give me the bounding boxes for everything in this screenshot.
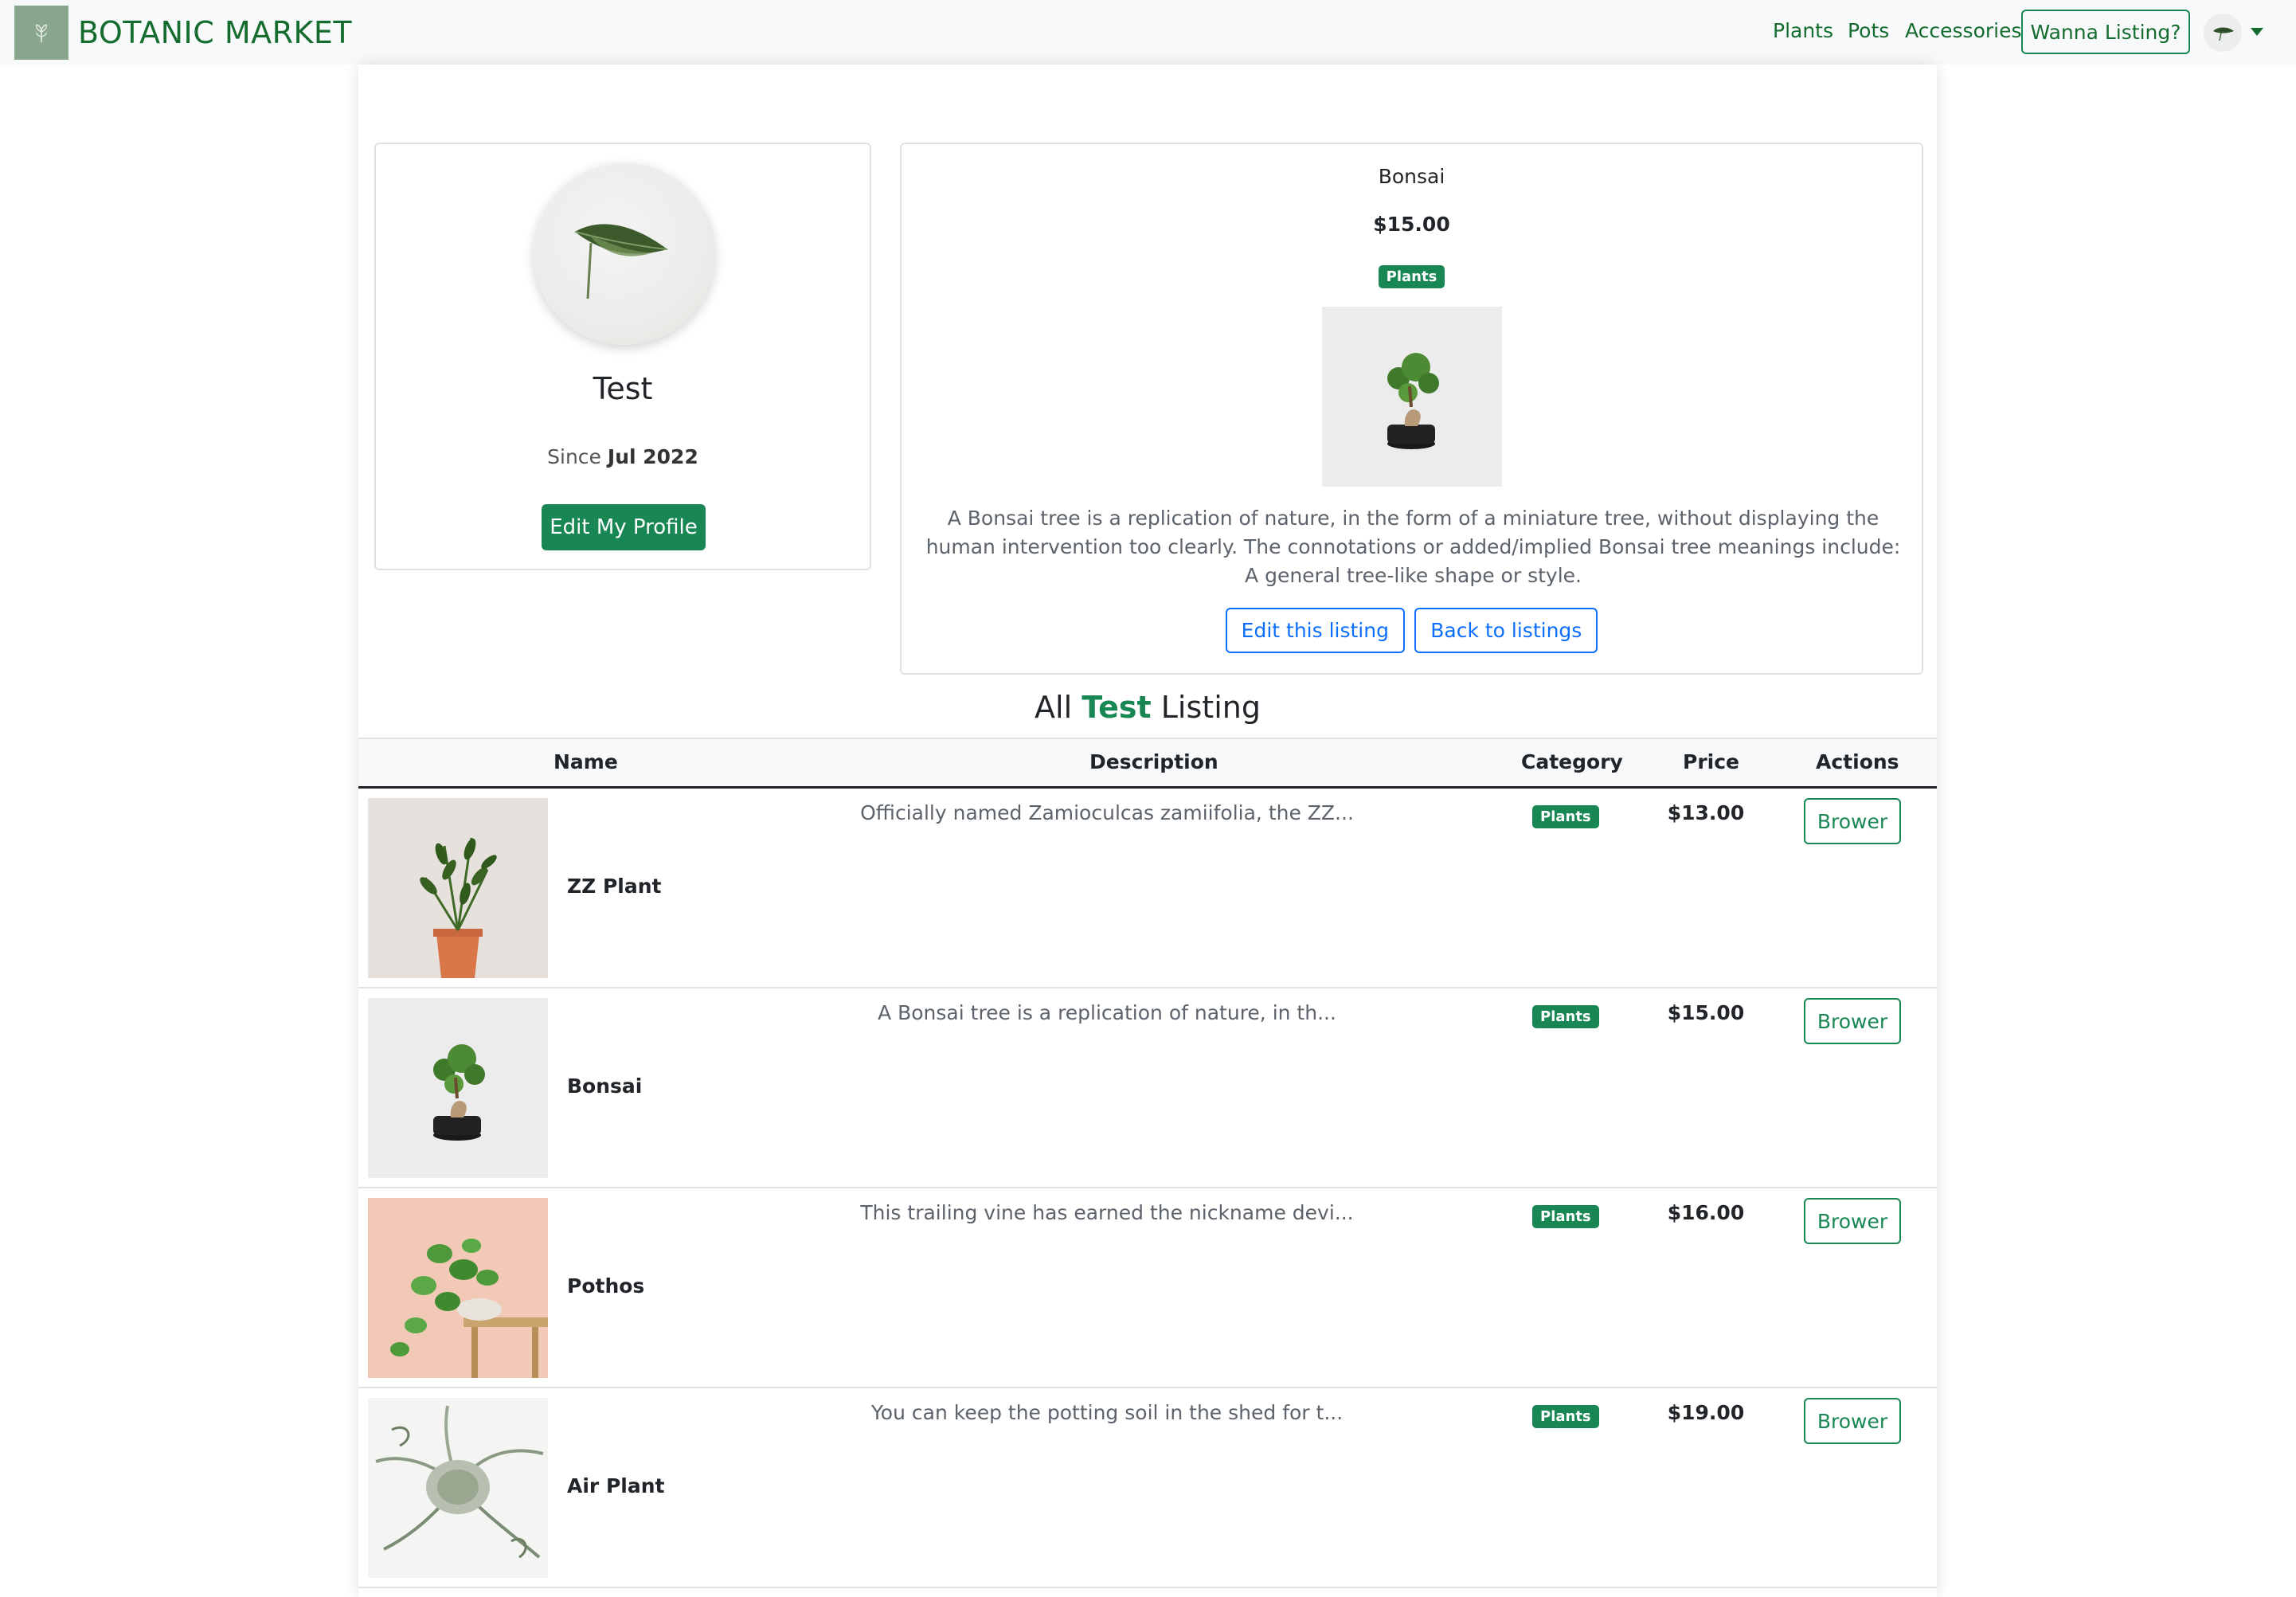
row-browse-button[interactable]: Brower [1804, 1398, 1901, 1444]
row-category-badge: Plants [1532, 1405, 1599, 1428]
table-row: Bonsai A Bonsai tree is a replication of… [358, 988, 1937, 1188]
chevron-down-icon[interactable] [2251, 28, 2263, 36]
heading-user: Test [1082, 690, 1152, 725]
listing-detail-card: Bonsai $15.00 Plants A Bonsai tree is a … [900, 143, 1923, 675]
navbar: BOTANIC MARKET Plants Pots Accessories W… [0, 0, 2296, 65]
pothos-thumbnail [368, 1198, 548, 1378]
table-header: Name Description Category Price Actions [358, 738, 1937, 789]
row-category-badge: Plants [1532, 805, 1599, 828]
column-header-price: Price [1683, 750, 1739, 773]
wanna-listing-button[interactable]: Wanna Listing? [2021, 10, 2190, 54]
listing-price: $15.00 [1373, 213, 1450, 236]
heading-prefix: All [1035, 690, 1073, 725]
column-header-category: Category [1521, 750, 1623, 773]
row-price: $15.00 [1667, 1001, 1745, 1024]
zz-plant-thumbnail [368, 798, 548, 978]
main-container: Test Since Jul 2022 Edit My Profile Bons… [358, 65, 1937, 1597]
air-plant-thumbnail [368, 1398, 548, 1578]
column-header-name: Name [553, 750, 618, 773]
brand-name: BOTANIC MARKET [78, 15, 353, 50]
row-description: This trailing vine has earned the nickna… [860, 1201, 1354, 1224]
row-browse-button[interactable]: Brower [1804, 798, 1901, 844]
listing-description: A Bonsai tree is a replication of nature… [925, 507, 1901, 587]
heading-suffix: Listing [1160, 690, 1261, 725]
row-category-badge: Plants [1532, 1205, 1599, 1228]
table-row: ZZ Plant Officially named Zamioculcas za… [358, 789, 1937, 988]
row-browse-button[interactable]: Brower [1804, 1198, 1901, 1244]
since-date: Jul 2022 [607, 445, 698, 468]
member-since: Since Jul 2022 [376, 445, 870, 468]
bonsai-thumbnail [368, 998, 548, 1178]
user-avatar[interactable] [2204, 14, 2242, 52]
column-header-description: Description [1089, 750, 1218, 773]
listing-title: Bonsai [1378, 165, 1445, 188]
row-description: A Bonsai tree is a replication of nature… [878, 1001, 1336, 1024]
profile-avatar [534, 163, 715, 345]
edit-listing-button[interactable]: Edit this listing [1225, 608, 1405, 653]
column-header-actions: Actions [1816, 750, 1899, 773]
all-listing-heading: All Test Listing [358, 690, 1937, 725]
table-row: Pothos This trailing vine has earned the… [358, 1188, 1937, 1388]
row-browse-button[interactable]: Brower [1804, 998, 1901, 1044]
profile-card: Test Since Jul 2022 Edit My Profile [374, 143, 871, 570]
listing-image [1322, 307, 1502, 487]
row-name: ZZ Plant [567, 875, 662, 898]
row-description: You can keep the potting soil in the she… [870, 1401, 1344, 1424]
nav-link-accessories[interactable]: Accessories [1905, 19, 2022, 42]
profile-name: Test [593, 371, 653, 406]
category-badge: Plants [1378, 265, 1445, 288]
row-category-badge: Plants [1532, 1005, 1599, 1028]
listings-table: Name Description Category Price Actions [358, 738, 1937, 1588]
row-description: Officially named Zamioculcas zamiifolia,… [860, 801, 1354, 824]
nav-link-plants[interactable]: Plants [1773, 19, 1833, 42]
row-price: $13.00 [1667, 801, 1745, 824]
since-label: Since [547, 445, 601, 468]
row-price: $19.00 [1667, 1401, 1745, 1424]
table-row: Air Plant You can keep the potting soil … [358, 1388, 1937, 1588]
back-to-listings-button[interactable]: Back to listings [1414, 608, 1598, 653]
row-name: Pothos [567, 1274, 645, 1298]
nav-link-pots[interactable]: Pots [1848, 19, 1889, 42]
row-price: $16.00 [1667, 1201, 1745, 1224]
brand[interactable]: BOTANIC MARKET [14, 6, 352, 60]
edit-profile-button[interactable]: Edit My Profile [542, 504, 706, 550]
row-name: Bonsai [567, 1074, 643, 1098]
sprout-icon [14, 6, 68, 60]
row-name: Air Plant [567, 1474, 665, 1497]
